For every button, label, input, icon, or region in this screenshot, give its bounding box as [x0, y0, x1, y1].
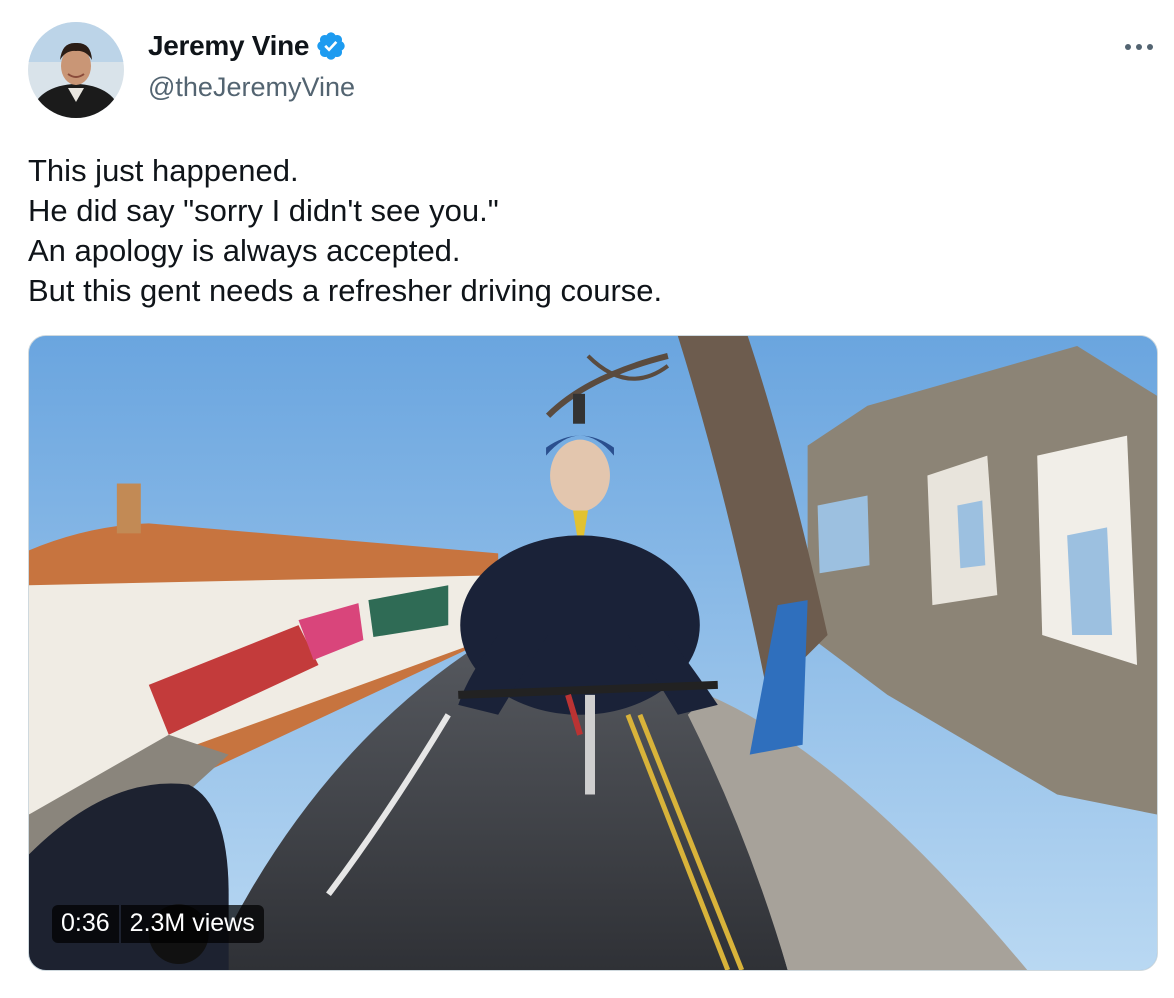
- display-name[interactable]: Jeremy Vine: [148, 30, 309, 62]
- avatar-image: [28, 22, 124, 118]
- tweet-line: He did say "sorry I didn't see you.": [28, 193, 499, 228]
- avatar[interactable]: [28, 22, 124, 118]
- tweet-line: But this gent needs a refresher driving …: [28, 273, 663, 308]
- tweet-text: This just happened. He did say "sorry I …: [28, 151, 1128, 311]
- video-stats: 0:36 2.3M views: [52, 905, 264, 943]
- more-options-icon[interactable]: [1122, 34, 1156, 58]
- tweet-line: This just happened.: [28, 153, 299, 188]
- video-duration: 0:36: [52, 905, 119, 943]
- verified-badge-icon: [317, 32, 345, 60]
- view-count: 2.3M views: [120, 905, 264, 943]
- tweet-line: An apology is always accepted.: [28, 233, 461, 268]
- author-name-row[interactable]: Jeremy Vine: [148, 30, 347, 62]
- video-player[interactable]: 0:36 2.3M views: [28, 335, 1158, 971]
- author-handle[interactable]: @theJeremyVine: [148, 72, 355, 103]
- video-thumbnail: [29, 336, 1157, 970]
